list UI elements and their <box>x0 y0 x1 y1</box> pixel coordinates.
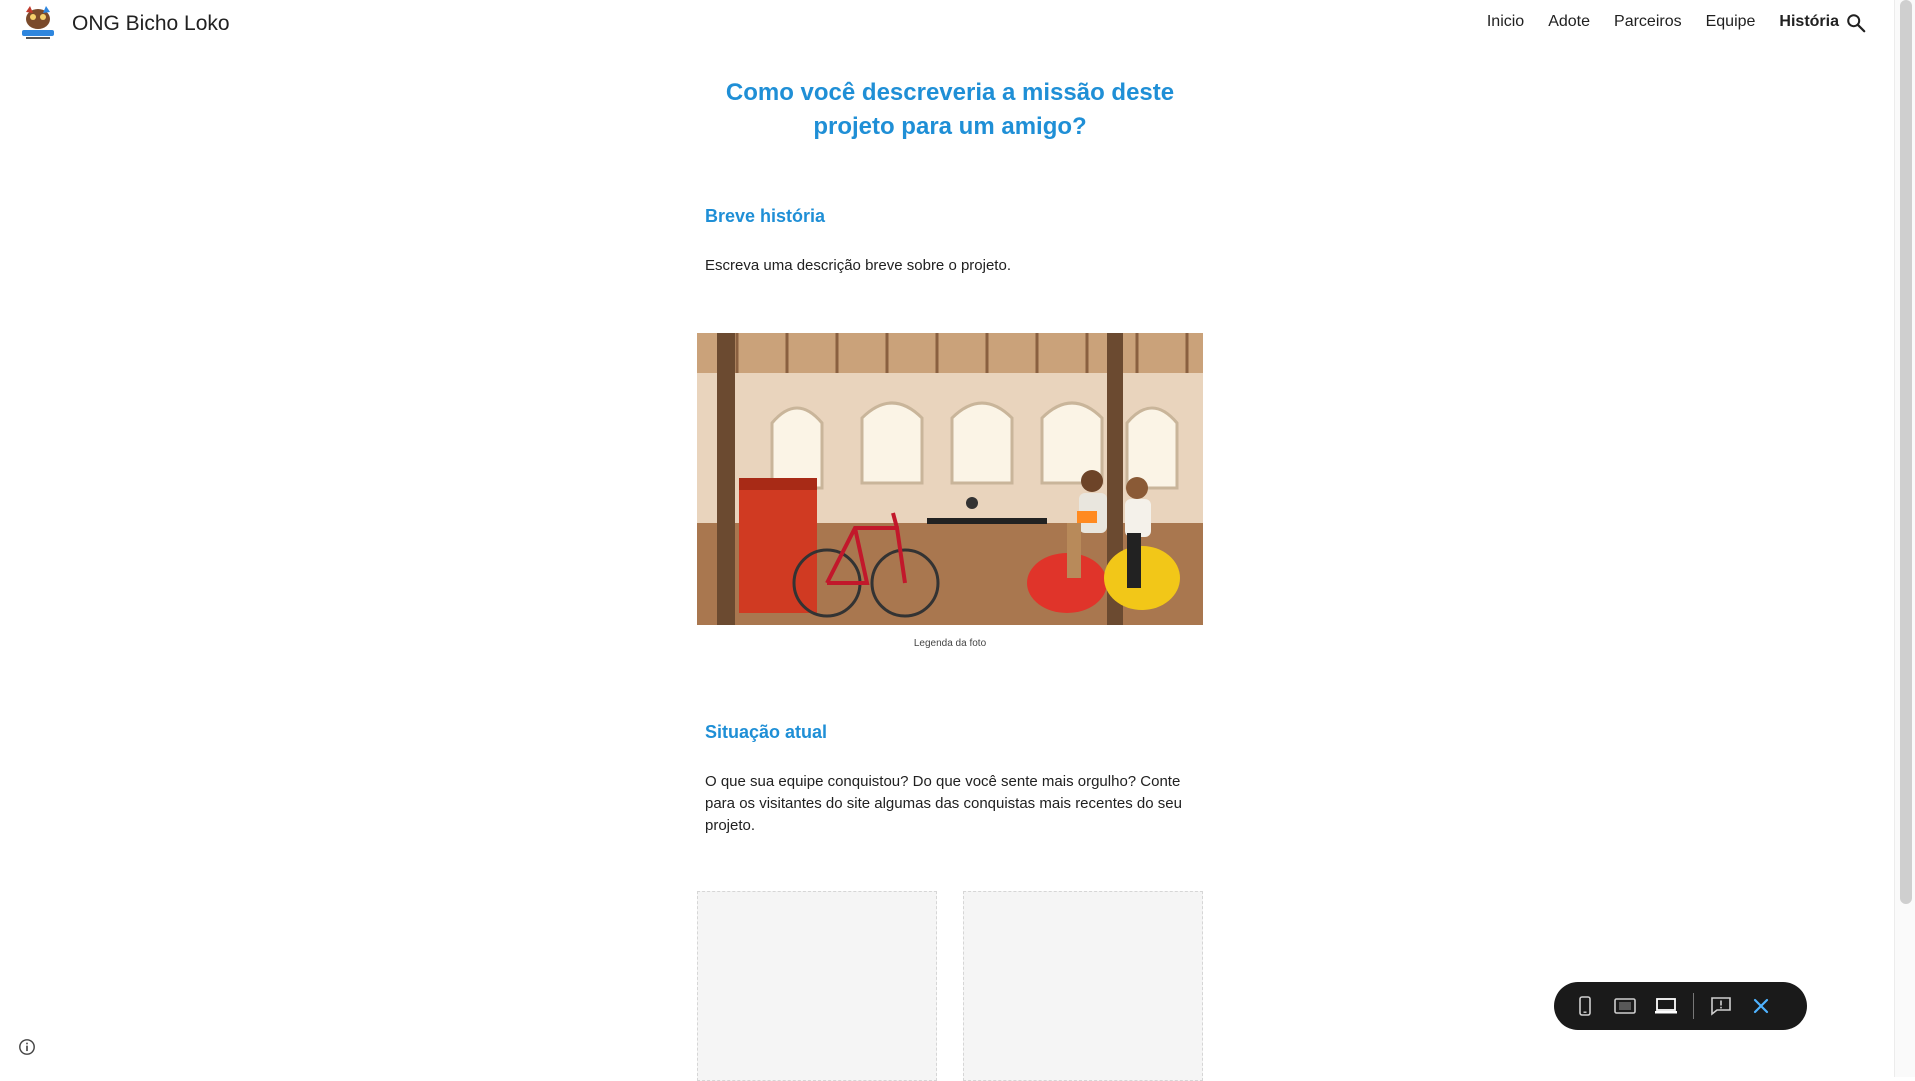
section-title-current: Situação atual <box>705 722 828 742</box>
search-icon[interactable] <box>1845 12 1867 34</box>
preview-toolbar <box>1554 982 1807 1030</box>
image-placeholder-right <box>963 891 1203 1081</box>
nav-item-equipe[interactable]: Equipe <box>1706 13 1756 31</box>
laptop-preview-button[interactable] <box>1653 992 1678 1020</box>
hero-title-line2: projeto para um amigo? <box>813 113 1087 140</box>
nav-item-adote[interactable]: Adote <box>1548 13 1590 31</box>
info-icon[interactable] <box>18 1038 36 1056</box>
page-scrollbar[interactable] <box>1894 0 1915 1077</box>
photo-caption: Legenda da foto <box>913 638 987 649</box>
tablet-preview-button[interactable] <box>1612 992 1637 1020</box>
nav-item-historia[interactable]: História <box>1779 13 1839 31</box>
image-placeholder-left <box>697 891 937 1081</box>
tablet-icon <box>1614 998 1636 1014</box>
laptop-icon <box>1654 998 1677 1014</box>
report-issue-button[interactable] <box>1708 992 1733 1020</box>
phone-icon <box>1578 996 1591 1016</box>
nav-item-parceiros[interactable]: Parceiros <box>1614 13 1682 31</box>
nav-item-inicio[interactable]: Inicio <box>1487 13 1524 31</box>
main-nav: Inicio Adote Parceiros Equipe História <box>1463 13 1839 31</box>
section-title-history: Breve história <box>705 206 826 226</box>
site-title[interactable]: ONG Bicho Loko <box>72 12 230 36</box>
close-preview-button[interactable] <box>1749 992 1774 1020</box>
section-text-current: O que sua equipe conquistou? Do que você… <box>705 773 1182 834</box>
phone-preview-button[interactable] <box>1572 992 1597 1020</box>
close-icon <box>1754 998 1769 1014</box>
toolbar-divider <box>1693 993 1695 1019</box>
site-header: ONG Bicho Loko Inicio Adote Parceiros Eq… <box>0 0 1895 46</box>
site-logo[interactable] <box>18 4 58 42</box>
scrollbar-thumb[interactable] <box>1900 0 1912 904</box>
section-text-history: Escreva uma descrição breve sobre o proj… <box>705 257 1011 274</box>
hero-title-line1: Como você descreveria a missão deste <box>725 79 1175 106</box>
hero-title: Como você descreveria a missão deste pro… <box>697 76 1203 144</box>
office-photo <box>697 333 1203 625</box>
report-issue-icon <box>1711 997 1731 1016</box>
